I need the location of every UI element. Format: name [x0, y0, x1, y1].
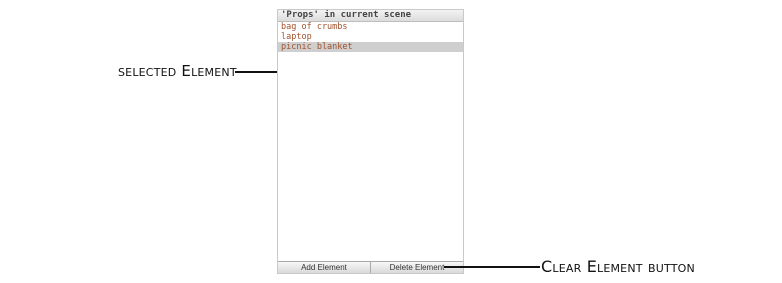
list-item-selected[interactable]: picnic blanket	[278, 42, 463, 52]
clear-element-button-callout: Clear Element button	[541, 257, 695, 276]
list-item[interactable]: bag of crumbs	[278, 22, 463, 32]
props-list: bag of crumbs laptop picnic blanket	[278, 22, 463, 52]
selected-element-callout: selected Element	[118, 62, 237, 80]
add-element-button[interactable]: Add Element	[278, 262, 371, 273]
button-bar: Add Element Delete Element	[278, 261, 463, 273]
panel-title: 'Props' in current scene	[278, 10, 463, 22]
props-panel: 'Props' in current scene bag of crumbs l…	[277, 9, 464, 274]
selected-element-pointer-line	[235, 71, 277, 73]
clear-element-pointer-line	[444, 266, 540, 268]
list-item[interactable]: laptop	[278, 32, 463, 42]
